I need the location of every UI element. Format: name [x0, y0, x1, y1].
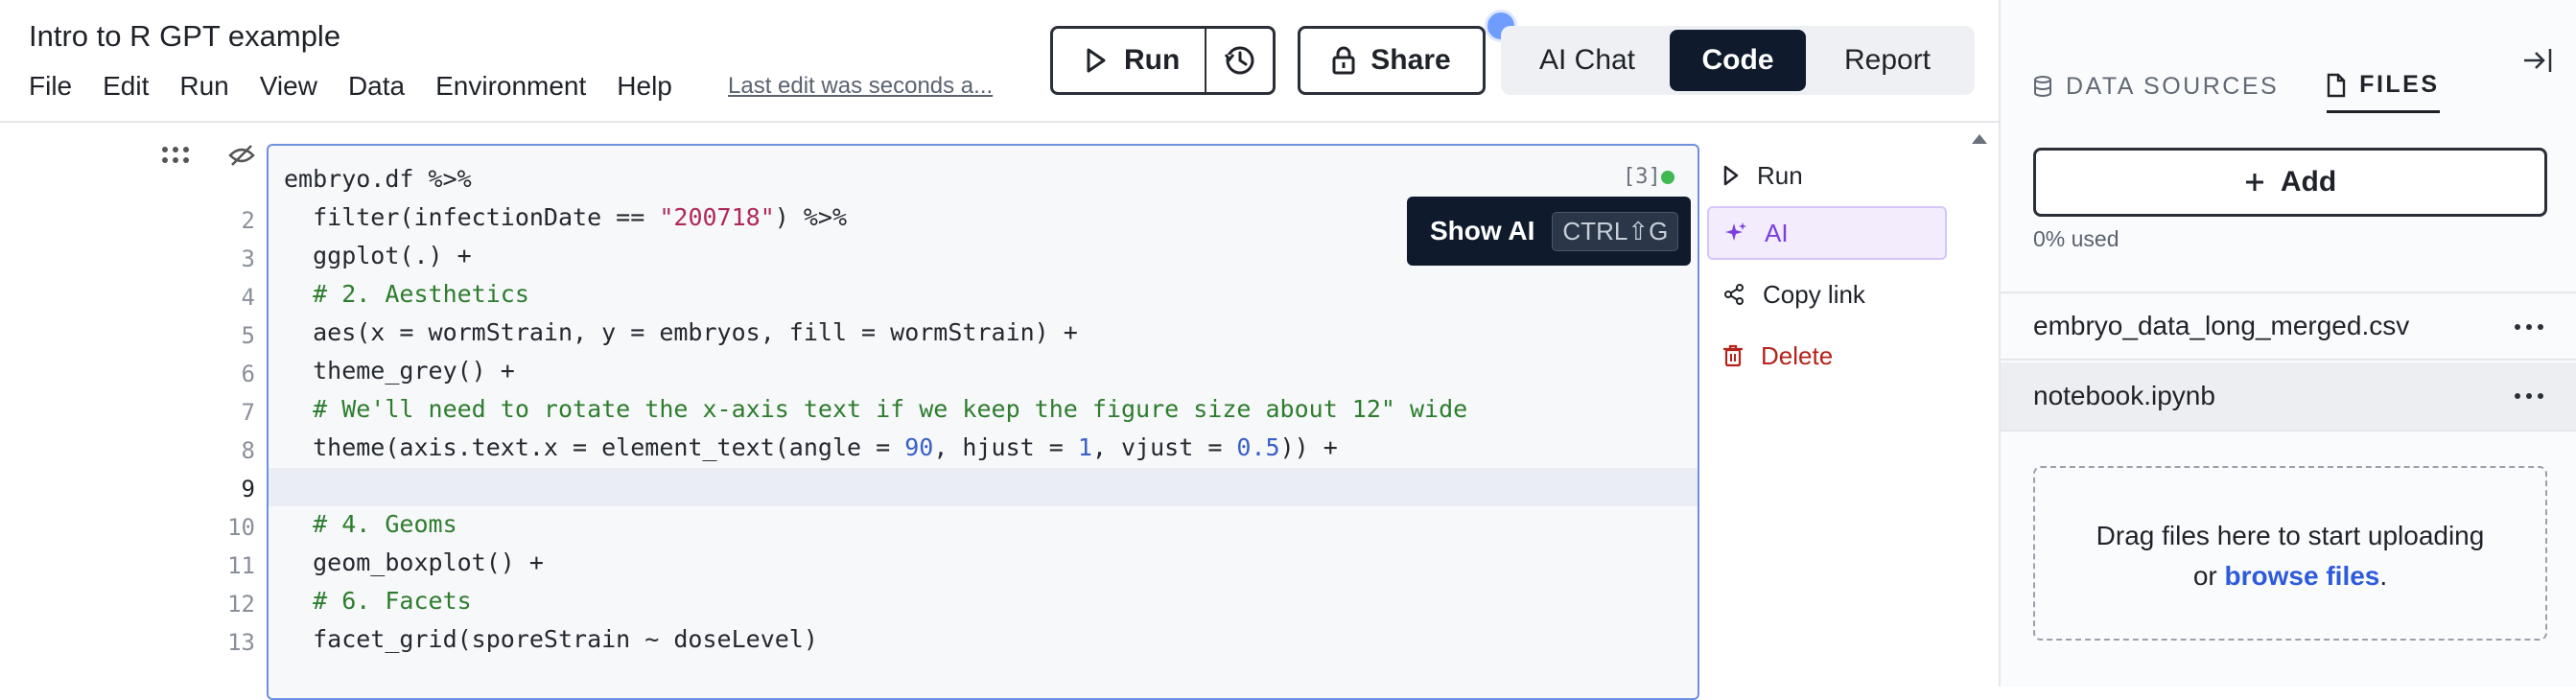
play-icon [1087, 48, 1106, 73]
tab-data-sources[interactable]: DATA SOURCES [2033, 71, 2279, 113]
run-button[interactable]: Run [1053, 29, 1207, 92]
line-number: 11 [227, 552, 255, 579]
drag-handle-icon[interactable] [161, 146, 190, 165]
menu-data[interactable]: Data [348, 71, 405, 102]
history-icon [1224, 46, 1254, 75]
lock-icon [1332, 46, 1355, 75]
menu-file[interactable]: File [29, 71, 72, 102]
last-edit-link[interactable]: Last edit was seconds a... [728, 73, 993, 100]
share-button-label: Share [1370, 44, 1451, 76]
code-line: # 2. Aesthetics [284, 280, 529, 308]
cell-ai-action[interactable]: AI [1707, 206, 1947, 260]
top-header: Intro to R GPT example File Edit Run Vie… [0, 0, 1999, 123]
file-name: notebook.ipynb [2033, 381, 2215, 410]
code-line: aes(x = wormStrain, y = embryos, fill = … [284, 318, 1078, 346]
dropzone-period: . [2379, 561, 2388, 591]
line-number: 9 [241, 476, 255, 502]
code-line: filter(infectionDate == "200718") %>% [284, 203, 848, 231]
line-number: 3 [241, 245, 255, 272]
files-side-panel: DATA SOURCES FILES Add 0% used embryo_da… [1999, 0, 2576, 687]
dropzone-or: or [2192, 561, 2225, 591]
cell-copy-link-label: Copy link [1763, 279, 1865, 309]
collapse-panel-icon[interactable] [2522, 46, 2553, 75]
line-number: 8 [241, 437, 255, 464]
current-line-highlight [269, 468, 1698, 506]
mode-switch: AI Chat Code Report [1501, 26, 1975, 95]
side-panel-tabs: DATA SOURCES FILES [2033, 71, 2440, 113]
hide-eye-icon[interactable] [228, 144, 255, 167]
dropzone-instruction: Drag files here to start uploading [2096, 521, 2485, 550]
tab-files[interactable]: FILES [2327, 71, 2440, 113]
code-line: # 6. Facets [284, 587, 472, 615]
menu-bar: File Edit Run View Data Environment Help [29, 71, 703, 102]
trash-icon [1723, 344, 1743, 367]
code-line: geom_boxplot() + [284, 548, 544, 576]
sparkle-icon [1725, 222, 1746, 241]
line-number: 10 [227, 514, 255, 541]
cell-run-label: Run [1757, 160, 1803, 190]
mode-report-tab[interactable]: Report [1806, 30, 1969, 91]
line-number: 6 [241, 361, 255, 387]
storage-usage: 0% used [2033, 226, 2119, 251]
code-line: facet_grid(sporeStrain ~ doseLevel) [284, 625, 818, 653]
tab-data-sources-label: DATA SOURCES [2066, 72, 2280, 100]
cell-delete-action[interactable]: Delete [1707, 329, 1947, 383]
database-icon [2034, 76, 2051, 97]
play-icon [1723, 165, 1739, 186]
run-button-label: Run [1124, 44, 1181, 76]
code-line: ggplot(.) + [284, 242, 472, 269]
code-line: # 4. Geoms [284, 510, 457, 538]
add-file-label: Add [2280, 166, 2337, 198]
notebook-title[interactable]: Intro to R GPT example [29, 19, 340, 54]
code-line: theme(axis.text.x = element_text(angle =… [284, 433, 1338, 461]
more-options-icon[interactable] [2515, 324, 2543, 330]
line-number: 7 [241, 399, 255, 426]
code-line: # We'll need to rotate the x-axis text i… [284, 395, 1468, 423]
tab-files-label: FILES [2359, 71, 2440, 98]
menu-environment[interactable]: Environment [435, 71, 586, 102]
line-number: 5 [241, 322, 255, 349]
keyboard-shortcut: CTRL⇧G [1552, 211, 1679, 251]
add-file-button[interactable]: Add [2033, 148, 2547, 217]
dropzone-browse-line: or browse files. [2035, 556, 2545, 596]
line-number: 13 [227, 629, 255, 656]
menu-help[interactable]: Help [617, 71, 672, 102]
cell-ai-label: AI [1765, 218, 1789, 247]
run-history-button[interactable] [1206, 29, 1273, 92]
cell-copy-link-action[interactable]: Copy link [1707, 268, 1947, 321]
cell-status-dot [1661, 171, 1674, 184]
line-number: 12 [227, 591, 255, 618]
plus-icon [2245, 174, 2263, 191]
cell-toolbar [161, 144, 255, 167]
menu-view[interactable]: View [260, 71, 317, 102]
scroll-up-arrow-icon[interactable] [1972, 134, 1987, 144]
notebook-scrollbar[interactable] [1968, 123, 1991, 687]
line-number: 4 [241, 284, 255, 311]
browse-files-link[interactable]: browse files [2225, 561, 2380, 591]
share-nodes-icon [1724, 284, 1744, 305]
tooltip-label: Show AI [1430, 216, 1535, 245]
cell-run-action[interactable]: Run [1707, 149, 1947, 202]
line-number: 2 [241, 207, 255, 234]
code-line: theme_grey() + [284, 357, 515, 385]
file-row-notebook[interactable]: notebook.ipynb [2001, 362, 2576, 432]
file-icon [2327, 73, 2346, 97]
share-button[interactable]: Share [1298, 26, 1486, 95]
cell-delete-label: Delete [1761, 340, 1834, 370]
menu-edit[interactable]: Edit [103, 71, 149, 102]
execution-count: [3] [1623, 165, 1661, 189]
mode-ai-chat-tab[interactable]: AI Chat [1505, 30, 1670, 91]
file-dropzone[interactable]: Drag files here to start uploading or br… [2033, 466, 2547, 641]
file-name: embryo_data_long_merged.csv [2033, 311, 2410, 340]
mode-code-tab[interactable]: Code [1670, 30, 1806, 91]
menu-run[interactable]: Run [179, 71, 228, 102]
more-options-icon[interactable] [2515, 393, 2543, 399]
run-button-group: Run [1050, 26, 1276, 95]
show-ai-tooltip: Show AI CTRL⇧G [1407, 197, 1691, 266]
file-row-embryo-csv[interactable]: embryo_data_long_merged.csv [2001, 292, 2576, 361]
code-line: embryo.df %>% [284, 165, 472, 193]
